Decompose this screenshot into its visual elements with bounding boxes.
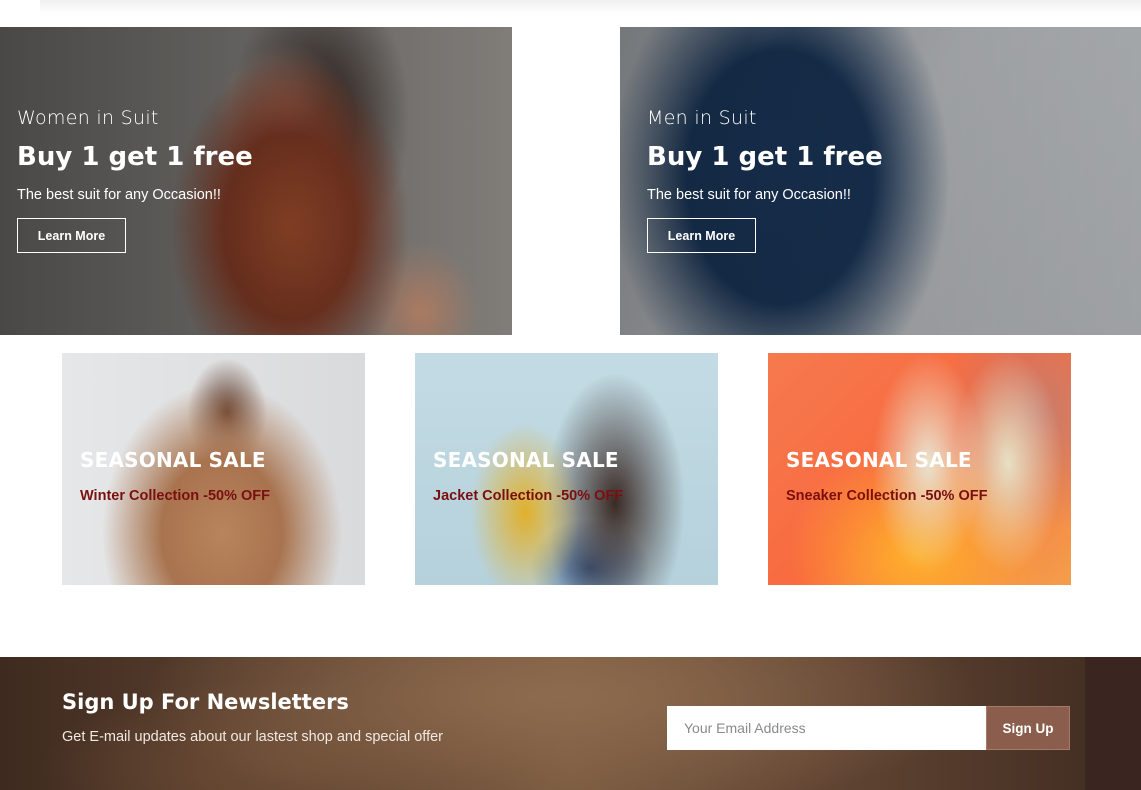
banner-kicker: Men in Suit <box>647 107 757 129</box>
seasonal-card-sneaker[interactable]: SEASONAL SALE Sneaker Collection -50% OF… <box>768 353 1071 585</box>
promo-banner-women: Women in Suit Buy 1 get 1 free The best … <box>0 27 512 335</box>
seasonal-card-jacket[interactable]: SEASONAL SALE Jacket Collection -50% OFF <box>415 353 718 585</box>
banner-subtext: The best suit for any Occasion!! <box>647 187 851 203</box>
card-title: SEASONAL SALE <box>433 448 619 472</box>
card-subtitle: Sneaker Collection -50% OFF <box>786 488 988 504</box>
banner-image-men <box>620 27 1141 335</box>
newsletter-subtitle: Get E-mail updates about our lastest sho… <box>62 729 443 745</box>
learn-more-button-women[interactable]: Learn More <box>17 218 126 253</box>
promo-banner-men: Men in Suit Buy 1 get 1 free The best su… <box>620 27 1141 335</box>
newsletter-section: Sign Up For Newsletters Get E-mail updat… <box>0 657 1141 790</box>
banner-subtext: The best suit for any Occasion!! <box>17 187 221 203</box>
banner-kicker: Women in Suit <box>17 107 159 129</box>
banner-image-women <box>0 27 512 335</box>
learn-more-button-men[interactable]: Learn More <box>647 218 756 253</box>
banner-headline: Buy 1 get 1 free <box>647 142 883 172</box>
card-subtitle: Jacket Collection -50% OFF <box>433 488 624 504</box>
banner-headline: Buy 1 get 1 free <box>17 142 253 172</box>
newsletter-title: Sign Up For Newsletters <box>62 690 349 714</box>
sign-up-button[interactable]: Sign Up <box>986 706 1070 750</box>
top-section-edge <box>0 0 1141 27</box>
seasonal-card-winter[interactable]: SEASONAL SALE Winter Collection -50% OFF <box>62 353 365 585</box>
newsletter-edge <box>1085 657 1141 790</box>
card-title: SEASONAL SALE <box>786 448 972 472</box>
card-subtitle: Winter Collection -50% OFF <box>80 488 270 504</box>
card-title: SEASONAL SALE <box>80 448 266 472</box>
email-input[interactable] <box>667 706 986 750</box>
